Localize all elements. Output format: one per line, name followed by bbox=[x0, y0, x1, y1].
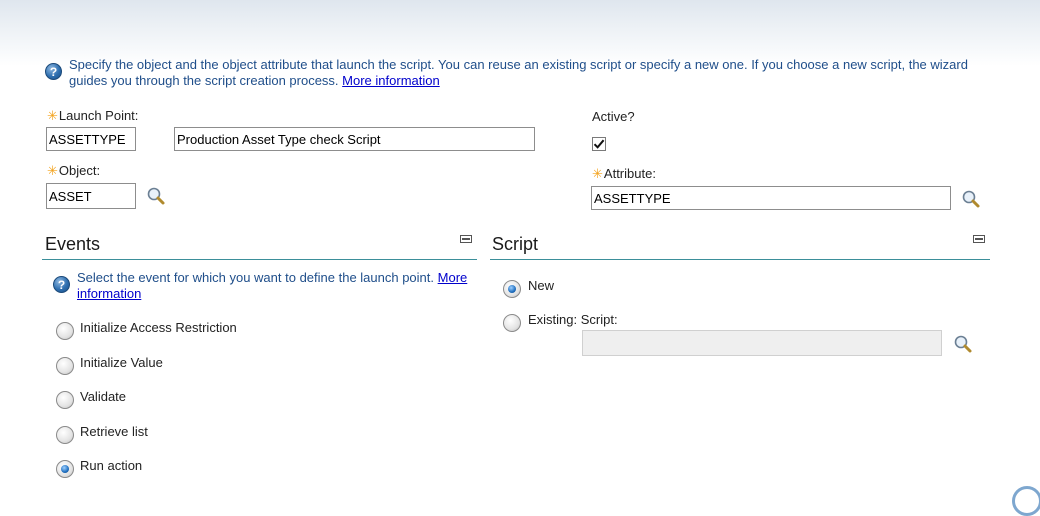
intro-text: Specify the object and the object attrib… bbox=[69, 57, 968, 88]
events-collapse-icon[interactable] bbox=[460, 235, 472, 243]
attribute-input[interactable] bbox=[591, 186, 951, 210]
event-label-initialize-access-restriction: Initialize Access Restriction bbox=[80, 320, 237, 335]
launch-point-description-input[interactable] bbox=[174, 127, 535, 151]
event-label-run-action: Run action bbox=[80, 458, 143, 473]
required-icon: ✳ bbox=[47, 108, 58, 123]
attribute-label: ✳Attribute: bbox=[592, 166, 656, 181]
script-label-existing: Existing: Script: bbox=[528, 312, 618, 327]
object-label: ✳Object: bbox=[47, 163, 101, 178]
script-radio-existing[interactable] bbox=[503, 314, 521, 332]
event-label-initialize-value: Initialize Value bbox=[80, 355, 163, 370]
event-radio-validate[interactable] bbox=[56, 391, 74, 409]
script-section-title: Script bbox=[492, 234, 539, 254]
events-help-text: Select the event for which you want to d… bbox=[77, 270, 472, 302]
intro-help-text: Specify the object and the object attrib… bbox=[69, 57, 989, 89]
events-section-title: Events bbox=[45, 234, 101, 254]
object-input[interactable] bbox=[46, 183, 136, 209]
events-help-icon[interactable]: ? bbox=[53, 276, 70, 293]
corner-loading-icon bbox=[1012, 486, 1040, 516]
event-radio-retrieve-list[interactable] bbox=[56, 426, 74, 444]
attribute-lookup-icon[interactable] bbox=[961, 189, 981, 209]
object-lookup-icon[interactable] bbox=[146, 186, 166, 206]
events-section-divider bbox=[42, 259, 477, 260]
intro-more-information-link[interactable]: More information bbox=[342, 73, 440, 88]
script-collapse-icon[interactable] bbox=[973, 235, 985, 243]
event-radio-initialize-value[interactable] bbox=[56, 357, 74, 375]
required-icon: ✳ bbox=[47, 163, 58, 178]
checkmark-icon bbox=[593, 139, 605, 149]
event-radio-initialize-access-restriction[interactable] bbox=[56, 322, 74, 340]
event-radio-run-action[interactable] bbox=[56, 460, 74, 478]
help-icon[interactable]: ? bbox=[45, 63, 62, 80]
active-checkbox[interactable] bbox=[592, 137, 606, 151]
required-icon: ✳ bbox=[592, 166, 603, 181]
event-label-retrieve-list: Retrieve list bbox=[80, 424, 148, 439]
script-section-divider bbox=[490, 259, 990, 260]
script-lookup-icon[interactable] bbox=[953, 334, 973, 354]
script-radio-new[interactable] bbox=[503, 280, 521, 298]
existing-script-input[interactable] bbox=[582, 330, 942, 356]
event-label-validate: Validate bbox=[80, 389, 127, 404]
active-label: Active? bbox=[592, 109, 635, 124]
launch-point-input[interactable] bbox=[46, 127, 136, 151]
script-label-new: New bbox=[528, 278, 555, 293]
events-help-message: Select the event for which you want to d… bbox=[77, 270, 435, 285]
launch-point-label: ✳Launch Point: bbox=[47, 108, 139, 123]
